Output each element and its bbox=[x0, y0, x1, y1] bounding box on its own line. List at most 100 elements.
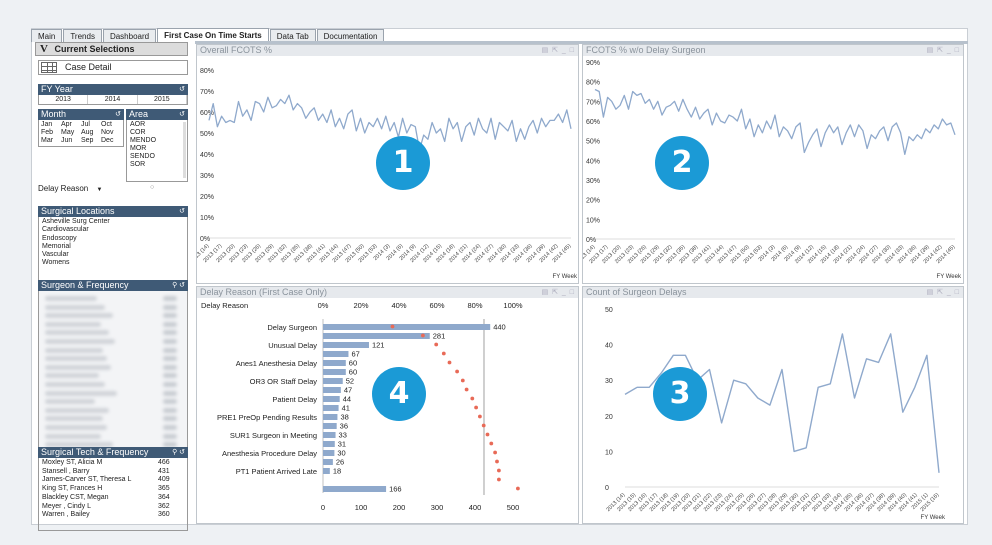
month-option[interactable]: Aug bbox=[81, 129, 101, 137]
month-option[interactable]: Nov bbox=[101, 129, 121, 137]
area-option[interactable]: MOR bbox=[130, 145, 184, 153]
redacted-surgeon-name[interactable] bbox=[45, 390, 117, 396]
area-option[interactable]: SENDO bbox=[130, 153, 184, 161]
month-option[interactable]: May bbox=[61, 129, 81, 137]
surgical-location-option[interactable]: Asheville Surg Center bbox=[42, 218, 184, 226]
callout-badge-1: 1 bbox=[376, 136, 430, 190]
area-option[interactable]: COR bbox=[130, 129, 184, 137]
bar[interactable] bbox=[323, 450, 335, 456]
surgical-location-option[interactable]: Womens bbox=[42, 259, 184, 267]
redacted-surgeon-name[interactable] bbox=[45, 425, 107, 430]
month-option[interactable]: Sep bbox=[81, 137, 101, 145]
delay-reason-dropdown[interactable]: Delay Reason ▼ ○ bbox=[38, 184, 154, 193]
bar[interactable] bbox=[323, 441, 335, 447]
case-detail-button[interactable]: Case Detail bbox=[38, 60, 188, 75]
callout-badge-4: 4 bbox=[372, 367, 426, 421]
redacted-surgeon-name[interactable] bbox=[45, 321, 101, 327]
fy-year-option[interactable]: 2014 bbox=[88, 95, 138, 104]
callout-badge-2: 2 bbox=[655, 136, 709, 190]
bar[interactable] bbox=[323, 405, 339, 411]
month-option[interactable]: Jun bbox=[61, 137, 81, 145]
bar[interactable] bbox=[323, 423, 337, 429]
clear-selection-icon[interactable]: ↺ bbox=[179, 109, 185, 120]
bar-value-label: 60 bbox=[349, 368, 357, 377]
tab-2[interactable]: Dashboard bbox=[102, 29, 157, 42]
redacted-surgeon-name[interactable] bbox=[45, 407, 109, 413]
surgical-tech-option[interactable]: Meyer , Cindy L 362 bbox=[42, 503, 184, 512]
fy-year-option[interactable]: 2013 bbox=[39, 95, 89, 104]
area-option[interactable]: AOR bbox=[130, 121, 184, 129]
surgical-tech-count: 466 bbox=[158, 459, 170, 466]
area-option[interactable]: SOR bbox=[130, 161, 184, 169]
cumulative-percent-point bbox=[464, 387, 469, 392]
tab-3[interactable]: First Case On Time Starts bbox=[157, 28, 269, 42]
search-icon[interactable]: ⚲ ↺ bbox=[172, 447, 185, 458]
surgical-tech-option[interactable]: Stansell , Barry 431 bbox=[42, 468, 184, 477]
redacted-surgeon-name[interactable] bbox=[45, 433, 101, 439]
cumulative-percent-point bbox=[478, 414, 482, 419]
surgical-tech-option[interactable]: Blackley CST, Megan 364 bbox=[42, 494, 184, 503]
surgical-tech-option[interactable]: Moxley ST, Alicia M 466 bbox=[42, 459, 184, 468]
redacted-surgeon-name[interactable] bbox=[45, 304, 105, 310]
bar[interactable] bbox=[323, 459, 333, 465]
surgical-location-option[interactable]: Endoscopy bbox=[42, 235, 184, 243]
bar[interactable] bbox=[323, 414, 338, 420]
month-option[interactable]: Jan bbox=[41, 121, 61, 129]
redacted-surgeon-name[interactable] bbox=[45, 416, 103, 422]
surgical-tech-name: Moxley ST, Alicia M bbox=[42, 459, 103, 466]
surgical-tech-name: Stansell , Barry bbox=[42, 467, 90, 475]
panel-controls-icon[interactable]: ▤ ⇱ _ □ bbox=[927, 287, 960, 298]
clear-selection-icon[interactable]: ↺ bbox=[179, 206, 185, 217]
bar[interactable] bbox=[323, 468, 330, 474]
redacted-surgeon-name[interactable] bbox=[45, 330, 109, 336]
surgical-location-option[interactable]: Cardiovascular bbox=[42, 226, 184, 234]
redacted-surgeon-name[interactable] bbox=[45, 356, 107, 362]
bar[interactable] bbox=[323, 387, 341, 393]
bar[interactable] bbox=[323, 351, 349, 357]
bar[interactable] bbox=[323, 360, 346, 366]
surgical-tech-count: 364 bbox=[158, 493, 170, 501]
bar[interactable] bbox=[323, 369, 346, 375]
month-option[interactable]: Mar bbox=[41, 137, 61, 145]
tab-1[interactable]: Trends bbox=[63, 29, 102, 42]
search-icon[interactable]: ⚲ ↺ bbox=[172, 280, 185, 291]
bar[interactable] bbox=[323, 378, 343, 384]
area-scrollbar[interactable] bbox=[183, 122, 186, 178]
redacted-surgeon-name[interactable] bbox=[45, 313, 113, 319]
panel-controls-icon[interactable]: ▤ ⇱ _ □ bbox=[542, 45, 575, 56]
surgical-tech-option[interactable]: James-Carver ST, Theresa L 409 bbox=[42, 476, 184, 485]
redacted-surgeon-name[interactable] bbox=[45, 373, 99, 379]
redacted-surgeon-name[interactable] bbox=[45, 296, 97, 301]
surgical-tech-name: James-Carver ST, Theresa L bbox=[42, 476, 132, 484]
bar[interactable] bbox=[323, 486, 387, 492]
redacted-surgeon-name[interactable] bbox=[45, 382, 105, 387]
surgical-location-option[interactable]: Memorial bbox=[42, 243, 184, 251]
area-option[interactable]: MENDO bbox=[130, 137, 184, 145]
y-tick-label: 10 bbox=[605, 449, 613, 456]
bar[interactable] bbox=[323, 396, 340, 402]
bar[interactable] bbox=[323, 342, 369, 348]
redacted-surgeon-name[interactable] bbox=[45, 347, 103, 353]
clear-selection-icon[interactable]: ↺ bbox=[115, 109, 121, 120]
fy-year-option[interactable]: 2015 bbox=[138, 95, 187, 104]
month-option[interactable]: Dec bbox=[101, 137, 121, 145]
clear-selection-icon[interactable]: ↺ bbox=[179, 84, 185, 95]
month-option[interactable]: Jul bbox=[81, 121, 101, 129]
current-selections-button[interactable]: V Current Selections bbox=[35, 42, 188, 56]
redacted-surgeon-name[interactable] bbox=[45, 399, 95, 405]
month-option[interactable]: Feb bbox=[41, 129, 61, 137]
bar[interactable] bbox=[323, 324, 491, 330]
month-option[interactable]: Oct bbox=[101, 121, 121, 129]
redacted-surgeon-name[interactable] bbox=[45, 364, 111, 370]
surgical-location-option[interactable]: Vascular bbox=[42, 251, 184, 259]
panel-controls-icon[interactable]: ▤ ⇱ _ □ bbox=[927, 45, 960, 56]
radio-icon[interactable]: ○ bbox=[150, 184, 154, 191]
month-option[interactable]: Apr bbox=[61, 121, 81, 129]
panel-controls-icon[interactable]: ▤ ⇱ _ □ bbox=[542, 287, 575, 298]
bar[interactable] bbox=[323, 333, 430, 339]
bar[interactable] bbox=[323, 432, 336, 438]
tab-0[interactable]: Main bbox=[31, 29, 63, 42]
surgical-tech-option[interactable]: Warren , Bailey 360 bbox=[42, 511, 184, 520]
surgical-tech-option[interactable]: King ST, Frances H 365 bbox=[42, 485, 184, 494]
redacted-surgeon-name[interactable] bbox=[45, 339, 115, 344]
